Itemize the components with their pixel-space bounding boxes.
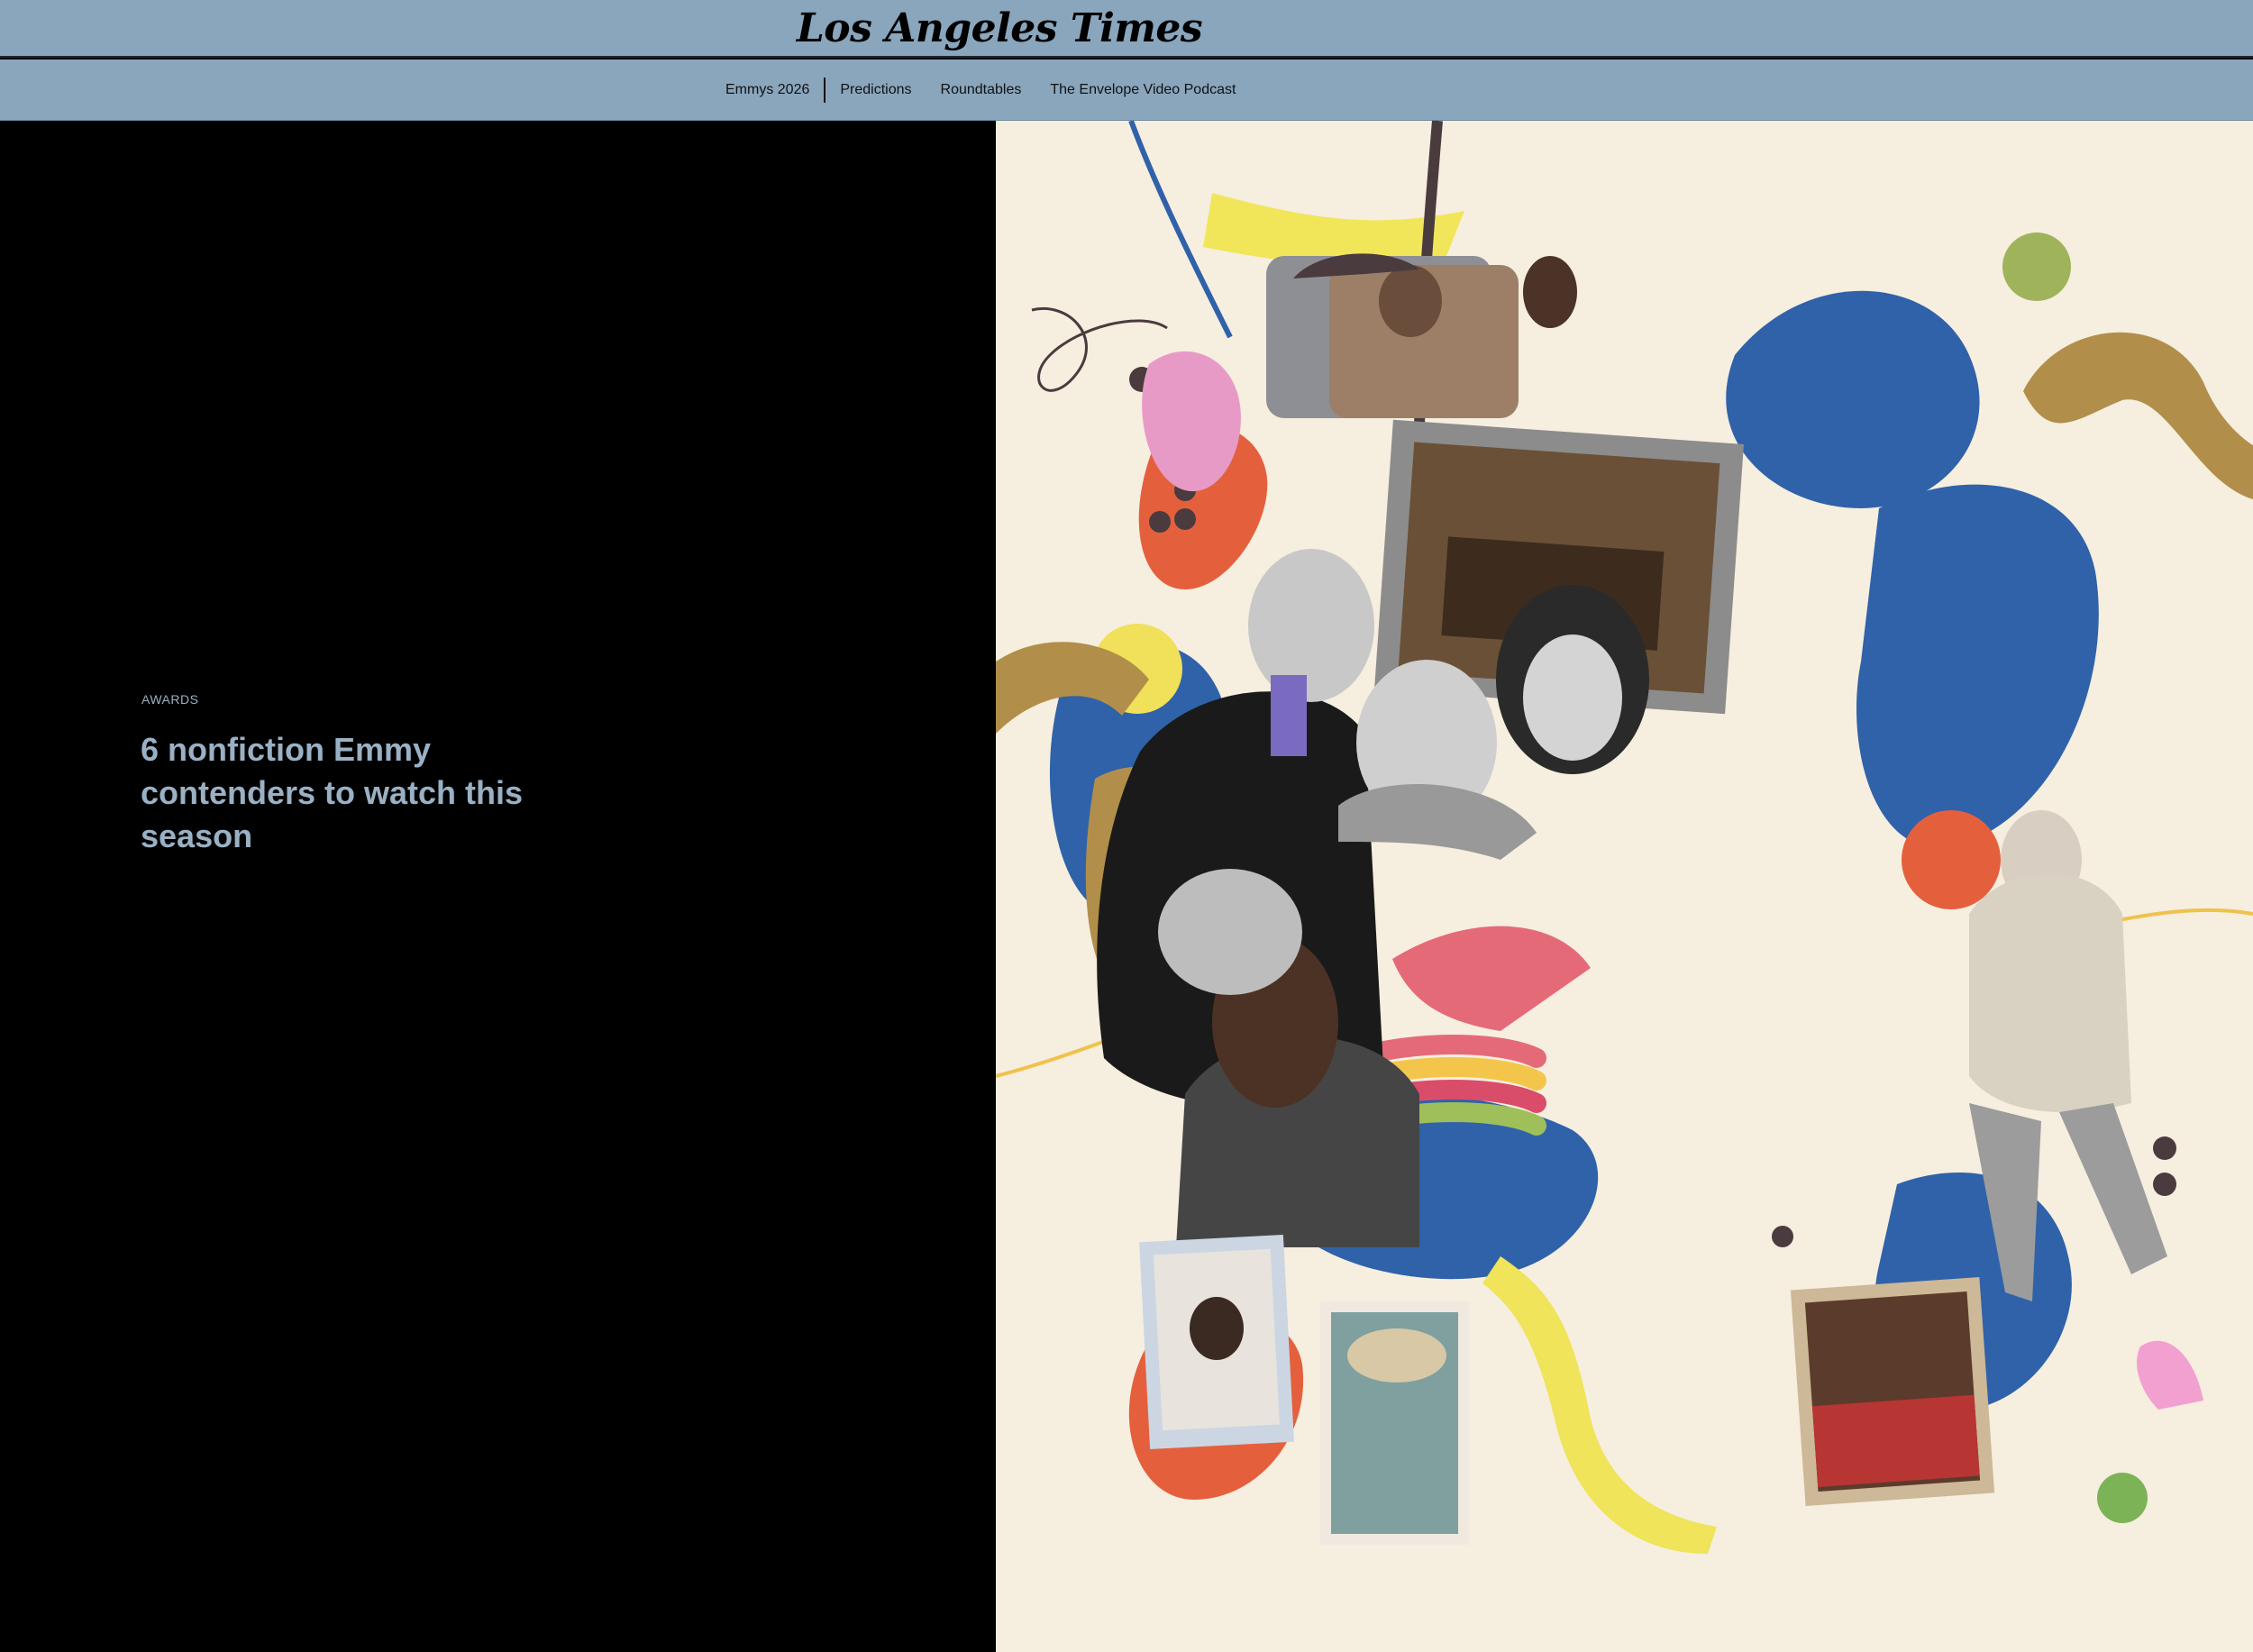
orange-circle-right [1902,810,2001,909]
dark-dot-5 [2153,1136,2176,1160]
yellow-ribbon-bottom [1482,1256,1717,1554]
easel-photo-right [1790,1276,1995,1507]
easel-photo-center [1320,1301,1469,1545]
dark-dot-6 [2153,1173,2176,1196]
figure-man-jacket-right [1969,810,2167,1301]
hero-text-panel: AWARDS 6 nonfiction Emmy contenders to w… [0,121,996,1652]
blue-blob-right [1856,484,2099,849]
dark-dot-7 [1772,1226,1793,1247]
section-kicker[interactable]: AWARDS [141,692,198,707]
pink-shoe [2137,1340,2203,1410]
green-dot-top [2002,233,2071,301]
article-headline[interactable]: 6 nonfiction Emmy contenders to watch th… [141,728,528,858]
site-logo[interactable]: Los Angeles Times [797,5,1203,51]
gold-line-right [2103,908,2253,925]
dark-dot-4 [1174,508,1196,530]
subnav-item-roundtables[interactable]: Roundtables [926,78,1036,103]
subnav-list: Emmys 2026 Predictions Roundtables The E… [721,59,1250,121]
collage-artwork [996,121,2253,1554]
hero-collage-illustration [996,121,2253,1652]
dark-dot-3 [1149,511,1171,533]
figure-girl-dark-hair [1496,585,1649,774]
tan-brush-right [2023,332,2253,499]
section-subnav: Emmys 2026 Predictions Roundtables The E… [0,59,2253,121]
green-dot-bottom [2097,1473,2148,1523]
subnav-item-predictions[interactable]: Predictions [825,78,926,103]
easel-photo-left [1139,1234,1294,1450]
masthead: Los Angeles Times [0,0,2253,58]
figure-couple-top [1266,253,1577,418]
subnav-item-emmys-2026[interactable]: Emmys 2026 [721,78,826,103]
blue-blob-top-right [1726,290,1980,508]
pink-shape-center [1392,926,1591,1031]
subnav-item-envelope-podcast[interactable]: The Envelope Video Podcast [1035,78,1250,103]
